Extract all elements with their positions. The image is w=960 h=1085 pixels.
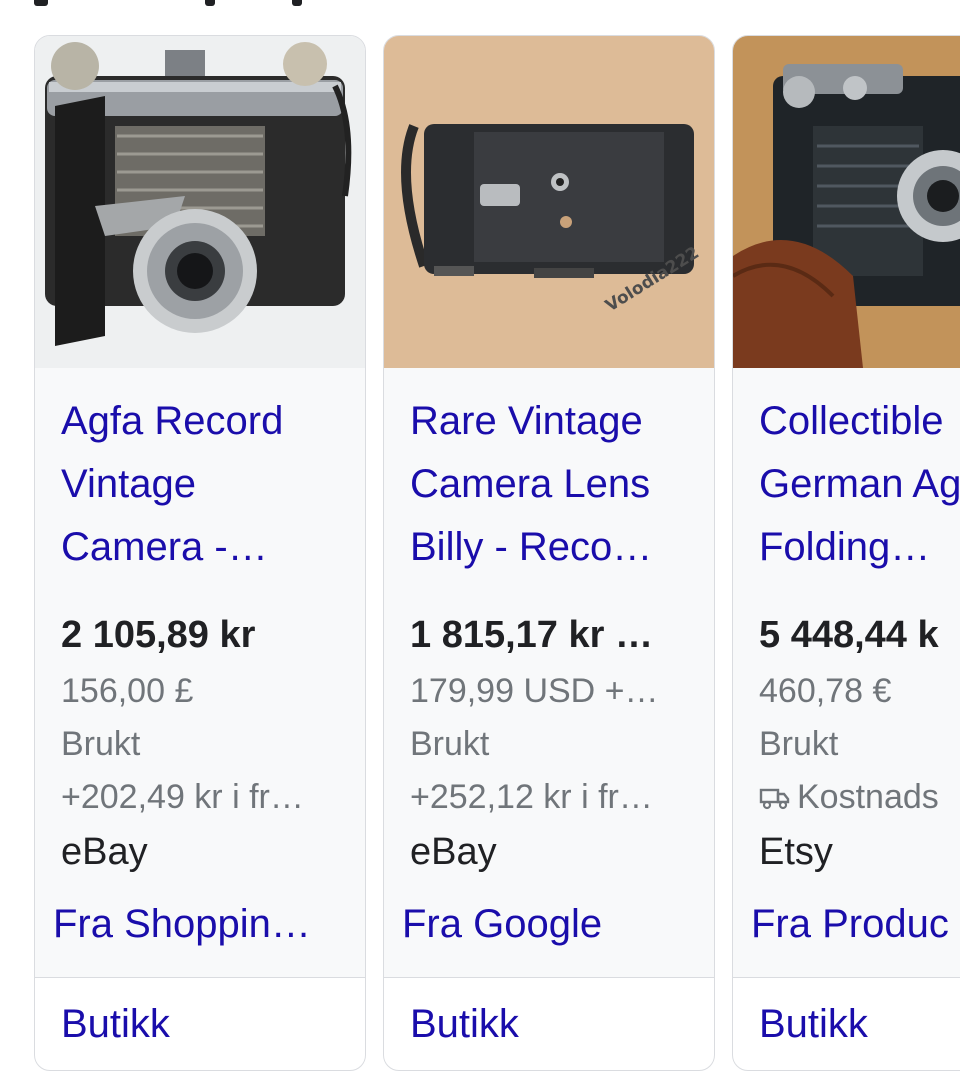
shipping-cost: Kostnads	[797, 778, 939, 816]
product-title-line[interactable]: Collectible	[759, 390, 960, 453]
product-title-line[interactable]: Folding…	[759, 516, 960, 579]
product-condition: Brukt	[759, 725, 839, 763]
product-image-camera-body[interactable]: Volodia222	[384, 36, 714, 368]
product-title-line[interactable]: Camera -…	[61, 516, 351, 579]
product-condition: Brukt	[410, 725, 490, 763]
product-price: 1 815,17 kr …	[410, 614, 653, 656]
store-button[interactable]: Butikk	[61, 1002, 170, 1047]
product-card[interactable]: Agfa Record Vintage Camera -… 2 105,89 k…	[34, 35, 366, 1071]
product-details: Rare Vintage Camera Lens Billy - Reco… 1…	[384, 368, 714, 978]
source-link[interactable]: Fra Shoppin…	[53, 902, 353, 947]
product-title-line[interactable]: Rare Vintage	[410, 390, 700, 453]
product-title-line[interactable]: German Ag	[759, 453, 960, 516]
shipping-cost: +252,12 kr i fr…	[410, 778, 653, 816]
store-name: eBay	[410, 831, 497, 873]
store-name: eBay	[61, 831, 148, 873]
product-title-line[interactable]: Billy - Reco…	[410, 516, 700, 579]
product-condition: Brukt	[61, 725, 141, 763]
product-price: 2 105,89 kr	[61, 614, 256, 656]
product-title-line[interactable]: Agfa Record	[61, 390, 351, 453]
product-title[interactable]: Rare Vintage Camera Lens Billy - Reco…	[410, 390, 700, 579]
product-card[interactable]: Volodia222 Rare Vintage Camera Lens Bill…	[383, 35, 715, 1071]
shipping-cost: +202,49 kr i fr…	[61, 778, 304, 816]
product-card[interactable]: Collectible German Ag Folding… 5 448,44 …	[732, 35, 960, 1071]
product-image-folding-camera[interactable]	[35, 36, 365, 368]
store-name: Etsy	[759, 831, 833, 873]
product-title-line[interactable]: Camera Lens	[410, 453, 700, 516]
product-carousel[interactable]: Agfa Record Vintage Camera -… 2 105,89 k…	[0, 0, 960, 1085]
truck-icon	[759, 780, 791, 819]
product-title[interactable]: Agfa Record Vintage Camera -…	[61, 390, 351, 579]
product-price: 5 448,44 k	[759, 614, 939, 656]
product-title-line[interactable]: Vintage	[61, 453, 351, 516]
shipping-info: Kostnads	[759, 778, 960, 819]
store-button[interactable]: Butikk	[410, 1002, 519, 1047]
product-details: Agfa Record Vintage Camera -… 2 105,89 k…	[35, 368, 365, 978]
source-link[interactable]: Fra Produc	[751, 902, 960, 947]
store-button[interactable]: Butikk	[759, 1002, 868, 1047]
original-price: 156,00 £	[61, 672, 194, 710]
original-price: 179,99 USD +…	[410, 672, 659, 710]
product-title[interactable]: Collectible German Ag Folding…	[759, 390, 960, 579]
original-price: 460,78 €	[759, 672, 892, 710]
product-details: Collectible German Ag Folding… 5 448,44 …	[733, 368, 960, 978]
product-image-folding-camera-leather[interactable]	[733, 36, 960, 368]
source-link[interactable]: Fra Google	[402, 902, 702, 947]
